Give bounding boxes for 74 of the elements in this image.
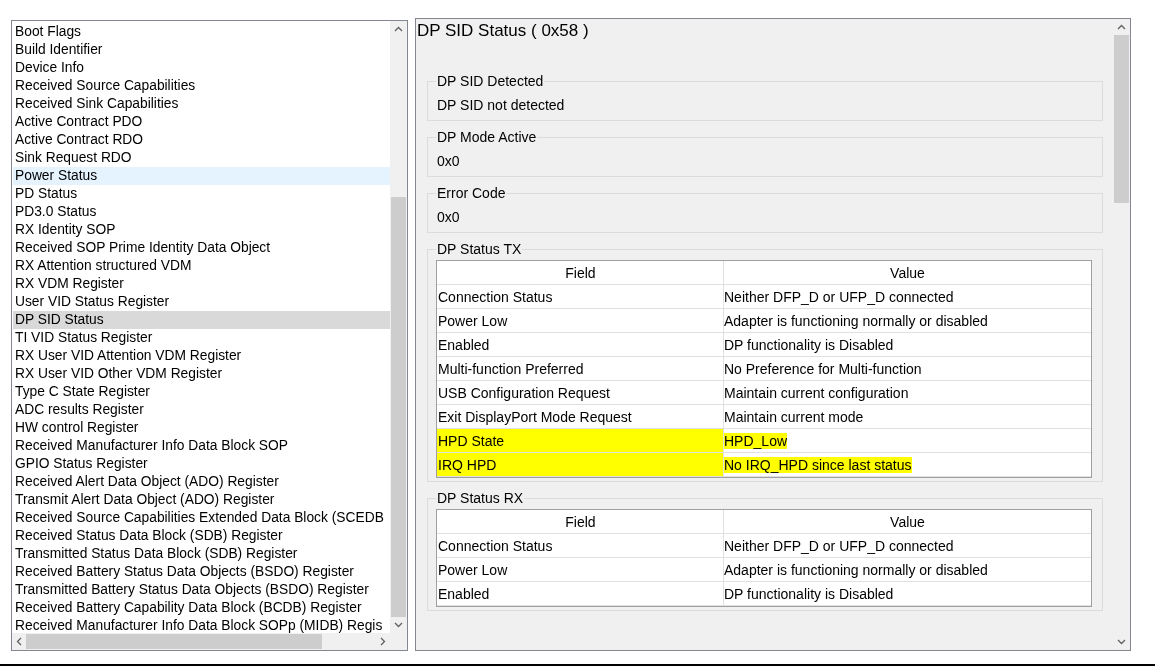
table-cell-text: DP functionality is Disabled bbox=[724, 336, 895, 355]
scroll-down-icon[interactable] bbox=[1117, 639, 1126, 645]
table-cell-text: Adapter is functioning normally or disabled bbox=[724, 312, 989, 331]
scroll-down-icon[interactable] bbox=[394, 622, 403, 628]
list-item[interactable]: Transmitted Status Data Block (SDB) Register bbox=[13, 545, 390, 563]
scroll-thumb[interactable] bbox=[391, 197, 406, 617]
list-item[interactable]: Transmitted Battery Status Data Objects (BSDO) Register bbox=[13, 581, 390, 599]
list-item[interactable]: RX Attention structured VDM bbox=[13, 257, 390, 275]
list-item[interactable]: TI VID Status Register bbox=[13, 329, 390, 347]
scroll-up-icon[interactable] bbox=[1117, 24, 1126, 30]
table-cell: HPD State bbox=[437, 429, 724, 452]
table-cell: Enabled bbox=[437, 333, 724, 356]
list-item[interactable]: Active Contract PDO bbox=[13, 113, 390, 131]
table-cell-text: Neither DFP_D or UFP_D connected bbox=[724, 537, 955, 556]
list-item[interactable]: Received Status Data Block (SDB) Register bbox=[13, 527, 390, 545]
vertical-scrollbar[interactable] bbox=[390, 21, 407, 633]
table-cell-text: Neither DFP_D or UFP_D connected bbox=[724, 288, 955, 307]
list-item[interactable]: Received Battery Capability Data Block (BCDB) Register bbox=[13, 599, 390, 617]
list-item[interactable]: PD3.0 Status bbox=[13, 203, 390, 221]
list-item[interactable]: Received SOP Prime Identity Data Object bbox=[13, 239, 390, 257]
table-cell-text: DP functionality is Disabled bbox=[724, 585, 895, 604]
column-header: Value bbox=[889, 513, 926, 532]
list-item[interactable]: Power Status bbox=[13, 167, 390, 185]
column-header: Field bbox=[437, 261, 724, 284]
scroll-thumb[interactable] bbox=[1114, 35, 1129, 203]
table-cell: USB Configuration Request bbox=[437, 381, 724, 404]
table-cell-text: Adapter is functioning normally or disabled bbox=[724, 561, 989, 580]
table-cell: IRQ HPD bbox=[437, 453, 724, 476]
list-item[interactable]: Boot Flags bbox=[13, 23, 390, 41]
column-header: Field bbox=[437, 510, 724, 533]
list-item[interactable]: GPIO Status Register bbox=[13, 455, 390, 473]
register-title: DP SID Status ( 0x58 ) bbox=[417, 20, 589, 42]
list-item[interactable]: RX User VID Other VDM Register bbox=[13, 365, 390, 383]
list-item[interactable]: Transmit Alert Data Object (ADO) Register bbox=[13, 491, 390, 509]
scroll-right-icon[interactable] bbox=[380, 637, 386, 646]
list-item[interactable]: ADC results Register bbox=[13, 401, 390, 419]
list-item[interactable]: Received Sink Capabilities bbox=[13, 95, 390, 113]
group-value: DP SID not detected bbox=[437, 96, 565, 114]
table-cell-text: No Preference for Multi-function bbox=[724, 360, 923, 379]
table-cell-text: Maintain current configuration bbox=[724, 384, 910, 403]
table-cell-text: HPD_Low bbox=[724, 432, 789, 451]
list-item[interactable]: RX User VID Attention VDM Register bbox=[13, 347, 390, 365]
table-cell: Enabled bbox=[437, 582, 724, 605]
table-cell: Exit DisplayPort Mode Request bbox=[437, 405, 724, 428]
list-item[interactable]: Received Source Capabilities bbox=[13, 77, 390, 95]
list-item[interactable]: Device Info bbox=[13, 59, 390, 77]
list-item[interactable]: Active Contract RDO bbox=[13, 131, 390, 149]
group-value: 0x0 bbox=[437, 152, 460, 170]
table-cell: Power Low bbox=[437, 558, 724, 581]
scroll-thumb[interactable] bbox=[26, 634, 322, 649]
list-item[interactable]: RX VDM Register bbox=[13, 275, 390, 293]
list-item[interactable]: PD Status bbox=[13, 185, 390, 203]
list-item[interactable]: DP SID Status bbox=[13, 311, 390, 329]
table-cell: Connection Status bbox=[437, 285, 724, 308]
table-cell-text: Maintain current mode bbox=[724, 408, 865, 427]
list-item[interactable]: User VID Status Register bbox=[13, 293, 390, 311]
list-item[interactable]: RX Identity SOP bbox=[13, 221, 390, 239]
list-item[interactable]: Received Alert Data Object (ADO) Register bbox=[13, 473, 390, 491]
scroll-left-icon[interactable] bbox=[16, 637, 22, 646]
table-cell: Connection Status bbox=[437, 534, 724, 557]
list-item[interactable]: Received Manufacturer Info Data Block SOP bbox=[13, 437, 390, 455]
list-item[interactable]: Received Manufacturer Info Data Block SOPp (MIDB) Regis bbox=[13, 617, 390, 633]
table-cell: Power Low bbox=[437, 309, 724, 332]
list-item[interactable]: HW control Register bbox=[13, 419, 390, 437]
list-item[interactable]: Type C State Register bbox=[13, 383, 390, 401]
scroll-up-icon[interactable] bbox=[394, 26, 403, 32]
column-header: Value bbox=[889, 264, 926, 283]
list-item[interactable]: Build Identifier bbox=[13, 41, 390, 59]
list-item[interactable]: Received Source Capabilities Extended Data Block (SCEDB bbox=[13, 509, 390, 527]
group-value: 0x0 bbox=[437, 208, 460, 226]
table-cell: Multi-function Preferred bbox=[437, 357, 724, 380]
list-item[interactable]: Sink Request RDO bbox=[13, 149, 390, 167]
table-cell-text: No IRQ_HPD since last status bbox=[724, 456, 913, 475]
list-item[interactable]: Received Battery Status Data Objects (BSDO) Register bbox=[13, 563, 390, 581]
